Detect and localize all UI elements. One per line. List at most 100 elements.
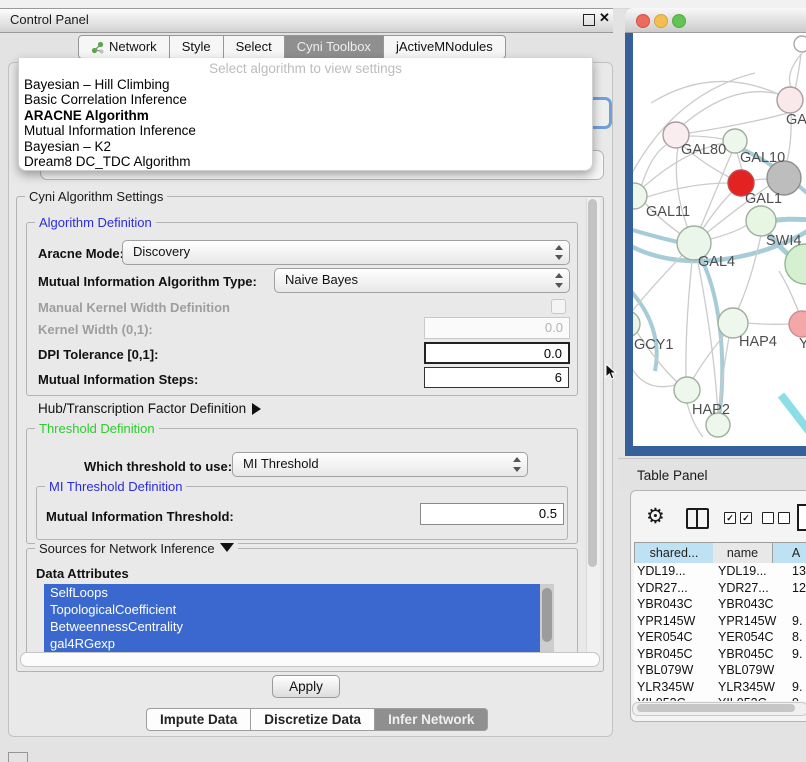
attr-list-scrollbar-thumb[interactable]	[542, 588, 552, 642]
attribute-item-selfloops[interactable]: SelfLoops	[44, 584, 554, 601]
network-node[interactable]	[794, 36, 806, 52]
attribute-item-topologicalcoefficient[interactable]: TopologicalCoefficient	[44, 601, 554, 618]
network-node[interactable]	[785, 244, 806, 284]
column-header-name[interactable]: name	[713, 542, 773, 564]
mi-type-value: Naive Bayes	[285, 272, 358, 287]
node-label: SWI4	[766, 233, 801, 249]
hub-definition-expander[interactable]: Hub/Transcription Factor Definition	[38, 401, 261, 416]
column-header-shared-[interactable]: shared...	[634, 542, 714, 564]
table-cell: YBL079W	[637, 662, 693, 679]
apply-button[interactable]: Apply	[272, 675, 340, 698]
control-panel-titlebar	[0, 8, 613, 33]
tab-network[interactable]: Network	[78, 35, 170, 59]
network-node[interactable]	[746, 206, 776, 236]
which-threshold-combo[interactable]: MI Threshold	[232, 452, 528, 477]
table-row[interactable]: YPR145WYPR145W9.	[634, 613, 806, 630]
selected-checkboxes-icon[interactable]: ✓✓	[724, 512, 752, 524]
float-window-icon[interactable]	[583, 14, 595, 26]
table-cell: 9.	[792, 695, 802, 701]
bottom-tab-impute-data[interactable]: Impute Data	[146, 708, 251, 731]
algorithm-option-basic-correlation-inference[interactable]: Basic Correlation Inference	[19, 92, 592, 107]
node-label: GAL80	[681, 142, 726, 158]
manual-kernel-label: Manual Kernel Width Definition	[38, 300, 230, 315]
node-label: GAL1	[745, 191, 782, 207]
unselected-checkboxes-icon[interactable]	[762, 512, 790, 524]
manual-kernel-checkbox[interactable]	[551, 299, 566, 314]
table-row[interactable]: YBR043C YBR043C	[634, 596, 806, 613]
algorithm-option-aracne-algorithm[interactable]: ARACNE Algorithm	[19, 108, 592, 123]
node-label: HAP2	[692, 402, 730, 418]
bottom-tab-discretize-data[interactable]: Discretize Data	[251, 708, 375, 731]
network-edge	[633, 73, 755, 175]
network-edge	[781, 395, 806, 439]
network-window-titlebar	[625, 8, 806, 33]
algorithm-option-dream8-dc-tdc-algorithm[interactable]: Dream8 DC_TDC Algorithm	[19, 154, 592, 169]
algorithm-option-mutual-information-inference[interactable]: Mutual Information Inference	[19, 123, 592, 138]
kernel-width-field[interactable]: 0.0	[424, 317, 570, 339]
attribute-item-gal4rgexp[interactable]: gal4RGexp	[44, 635, 554, 652]
mi-steps-field[interactable]: 6	[424, 367, 569, 388]
split-columns-icon[interactable]	[686, 508, 709, 529]
table-cell: 12	[792, 580, 806, 597]
network-node[interactable]	[767, 161, 801, 195]
table-row[interactable]: YLR345WYLR345W9.	[634, 679, 806, 696]
column-header-a[interactable]: A	[773, 542, 806, 564]
table-row[interactable]: YBL079WYBL079W	[634, 662, 806, 679]
table-row[interactable]: YBR045CYBR045C9.	[634, 646, 806, 663]
table-cell: YBR045C	[637, 646, 693, 663]
mi-type-label: Mutual Information Algorithm Type:	[38, 274, 257, 289]
node-label: GCY1	[634, 337, 674, 353]
tab-label: Style	[182, 36, 211, 58]
dpi-tolerance-label: DPI Tolerance [0,1]:	[38, 347, 158, 362]
close-icon[interactable]: ✕	[599, 10, 610, 26]
network-edge	[738, 235, 761, 309]
network-node[interactable]	[674, 377, 700, 403]
table-cell: YLR345W	[637, 679, 694, 696]
node-label: GAL	[786, 112, 806, 128]
table-cell: YDR27...	[718, 580, 769, 597]
node-label: GAL4	[698, 254, 735, 270]
table-row[interactable]: YER054CYER054C8.	[634, 629, 806, 646]
zoom-traffic-light-icon[interactable]	[672, 14, 686, 28]
dpi-tolerance-field[interactable]: 0.0	[424, 342, 570, 364]
attribute-item-betweennesscentrality[interactable]: BetweennessCentrality	[44, 618, 554, 635]
network-canvas[interactable]: GALGAL80GAL10GAL1GAL11SWI4GAL4GCY1HAP4YH…	[633, 33, 806, 446]
table-cell: YBR043C	[718, 596, 774, 613]
stepper-arrows-icon	[512, 457, 521, 472]
minimize-traffic-light-icon[interactable]	[654, 14, 668, 28]
mi-type-combo[interactable]: Naive Bayes	[274, 268, 570, 293]
tab-select[interactable]: Select	[224, 35, 285, 59]
data-attributes-list[interactable]: SelfLoopsTopologicalCoefficientBetweenne…	[44, 584, 554, 652]
table-cell: YBR043C	[637, 596, 693, 613]
collapsed-arrow-icon	[252, 403, 261, 415]
tab-style[interactable]: Style	[170, 35, 224, 59]
bottom-tab-infer-network[interactable]: Infer Network	[375, 708, 488, 731]
table-cell: YLR345W	[718, 679, 775, 696]
table-row[interactable]: YIL052CYIL052C9.	[634, 695, 806, 701]
close-traffic-light-icon[interactable]	[636, 14, 650, 28]
settings-horizontal-scrollbar[interactable]	[20, 652, 600, 667]
table-horizontal-scrollbar-thumb[interactable]	[637, 704, 795, 712]
sources-title[interactable]: Sources for Network Inference	[35, 541, 238, 556]
aracne-mode-combo[interactable]: Discovery	[122, 240, 570, 265]
dropdown-prompt: Select algorithm to view settings	[19, 60, 592, 77]
settings-scrollbar-thumb[interactable]	[588, 199, 597, 567]
table-row[interactable]: YDL19...YDL19...13	[634, 563, 806, 580]
bottom-left-partial-widget[interactable]	[8, 752, 28, 762]
table-cell: YIL052C	[718, 695, 767, 701]
table-row[interactable]: YDR27...YDR27...12	[634, 580, 806, 597]
algorithm-option-bayesian-hill-climbing[interactable]: Bayesian – Hill Climbing	[19, 77, 592, 92]
tab-cyni-toolbox[interactable]: Cyni Toolbox	[285, 35, 384, 59]
table-cell: 13	[792, 563, 806, 580]
network-node[interactable]	[633, 311, 640, 337]
network-node[interactable]	[633, 183, 647, 209]
mi-threshold-field[interactable]: 0.5	[420, 503, 564, 525]
tab-jactivemnodules[interactable]: jActiveMNodules	[384, 35, 506, 59]
table-rows[interactable]: YDL19...YDL19...13YDR27...YDR27...12YBR0…	[634, 563, 806, 701]
document-icon[interactable]	[797, 504, 806, 531]
algorithm-option-bayesian-k2[interactable]: Bayesian – K2	[19, 139, 592, 154]
gear-icon[interactable]: ⚙	[646, 505, 665, 529]
network-node[interactable]	[777, 87, 803, 113]
network-node[interactable]	[789, 311, 806, 337]
network-edge	[754, 179, 767, 180]
